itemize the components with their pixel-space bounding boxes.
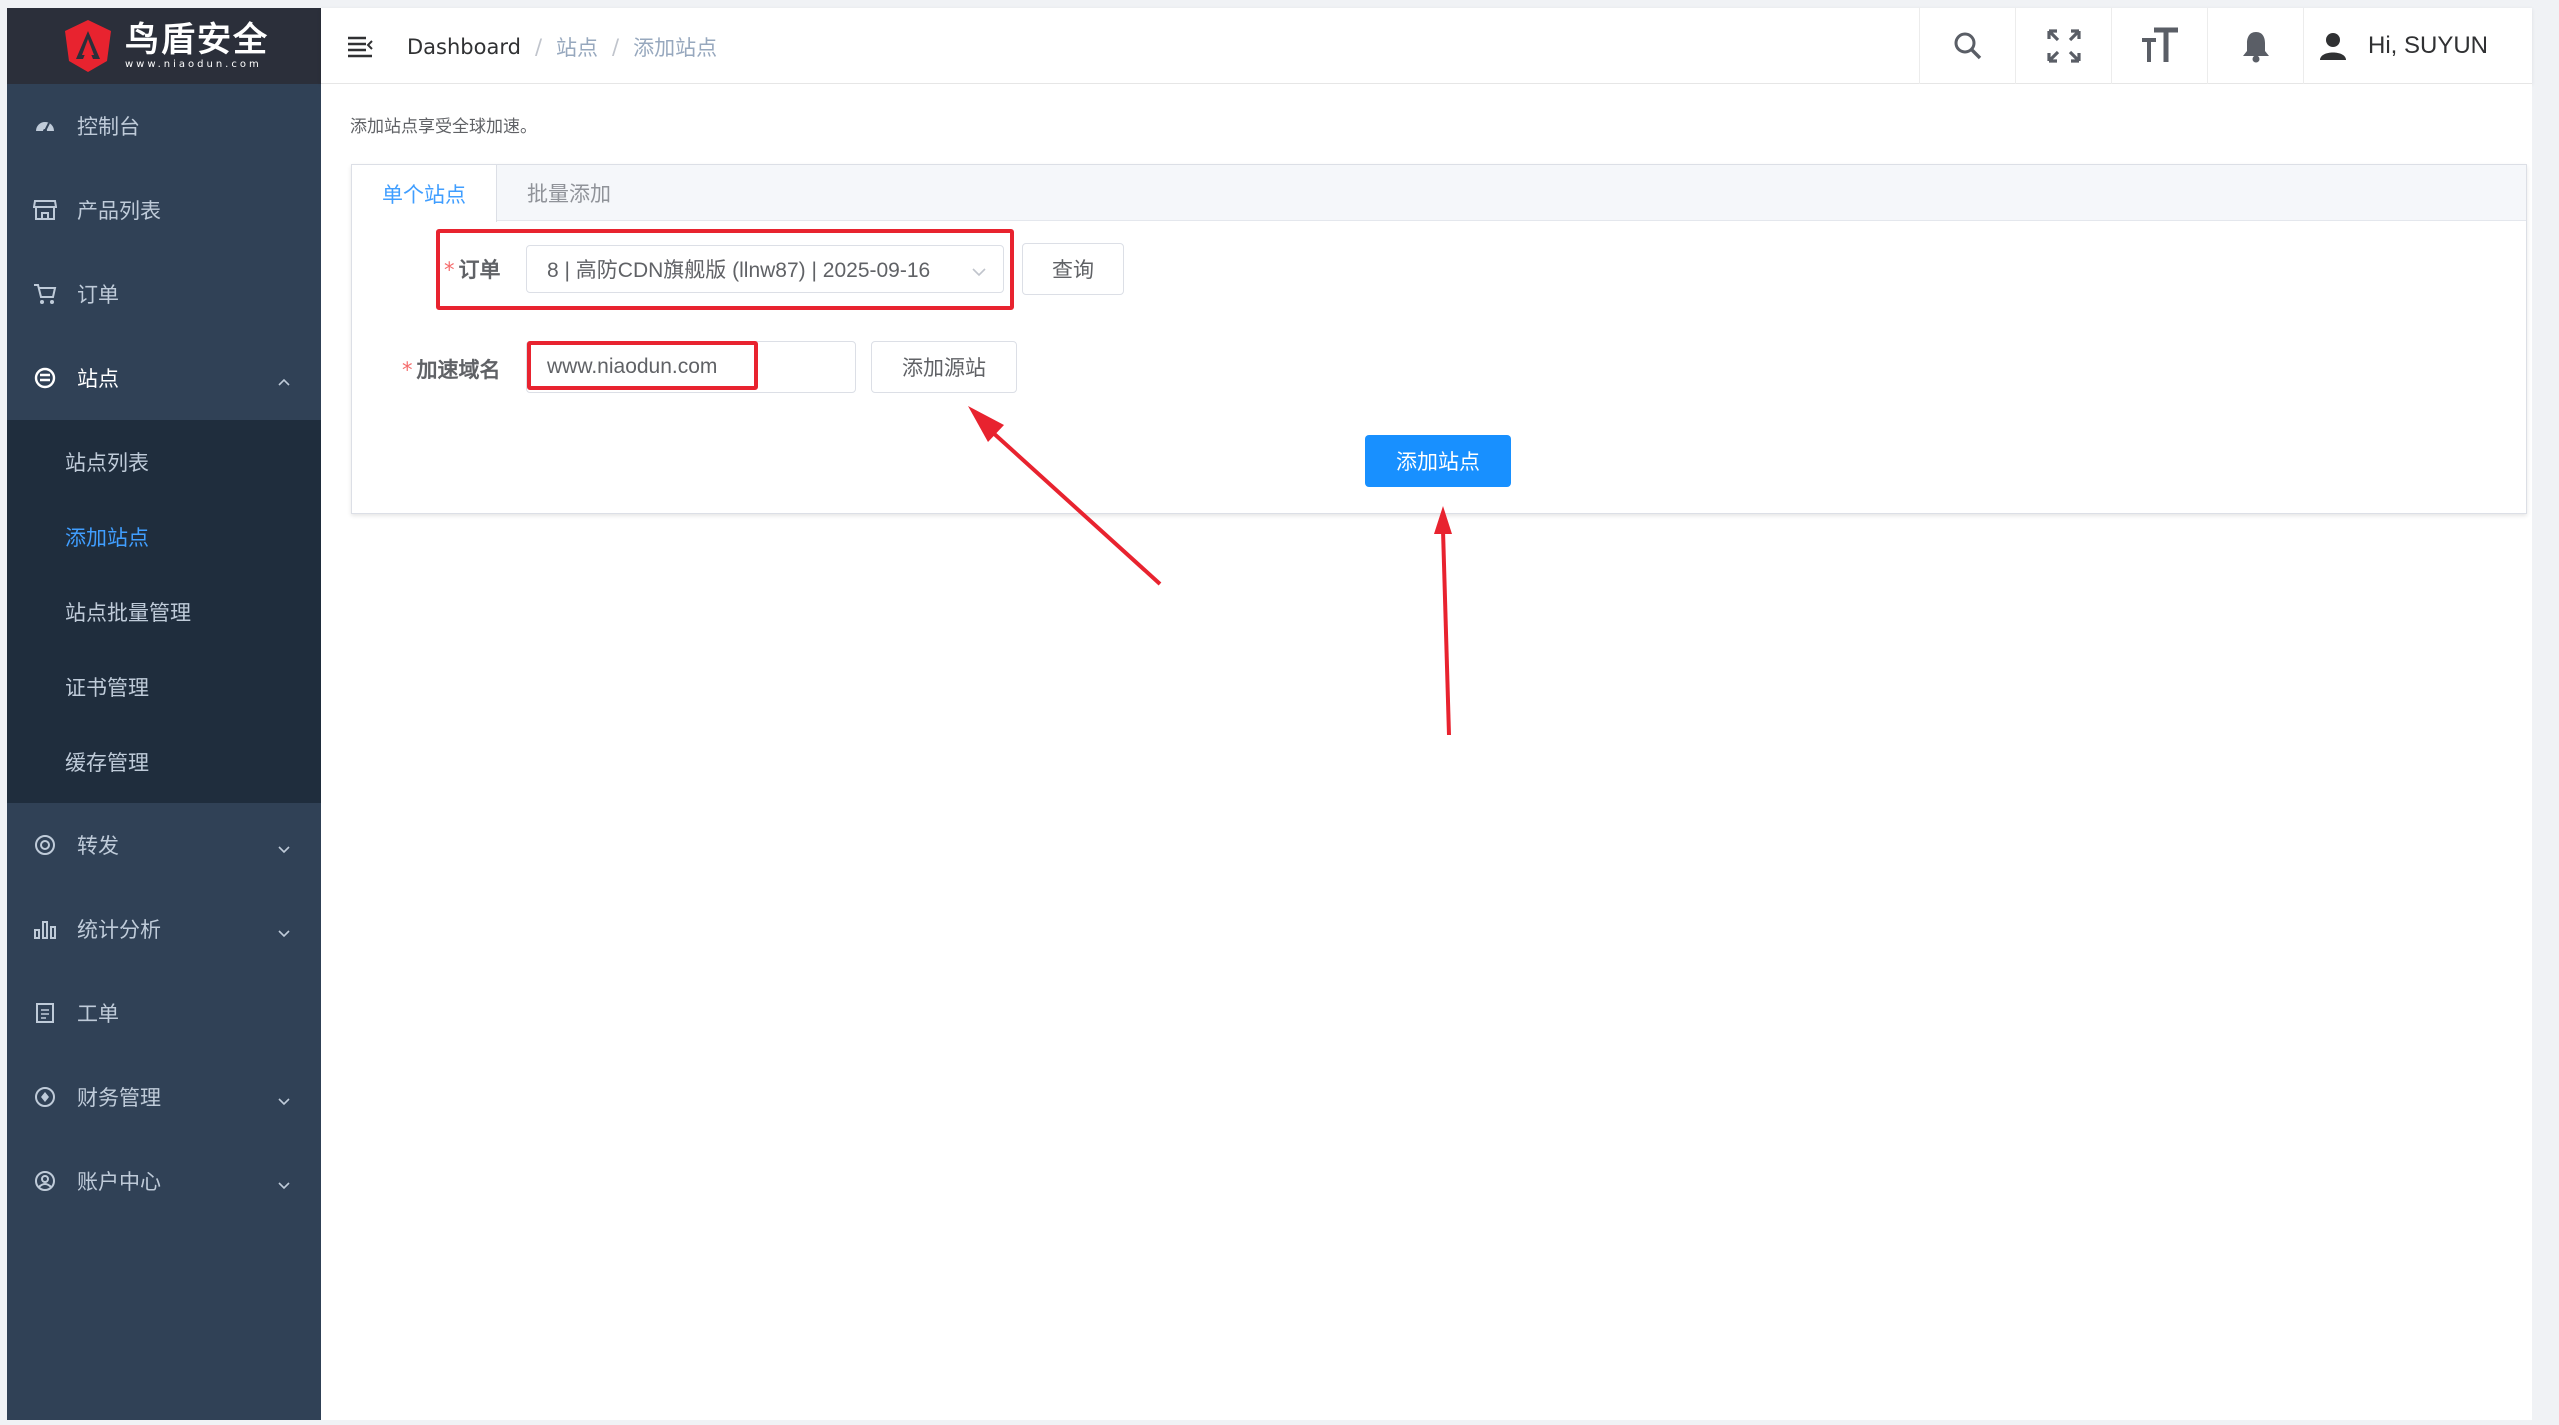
sidebar-item-forward[interactable]: 转发 <box>7 803 321 887</box>
sidebar-item-label: 财务管理 <box>77 1086 161 1110</box>
shield-logo-icon <box>59 17 117 75</box>
sidebar-item-label: 账户中心 <box>77 1170 161 1194</box>
sidebar-item-label: 站点 <box>77 367 119 391</box>
sidebar-item-sites[interactable]: 站点 <box>7 336 321 420</box>
required-asterisk: * <box>444 258 455 282</box>
breadcrumb-dashboard[interactable]: Dashboard <box>407 35 521 59</box>
sidebar-subitem-add-site[interactable]: 添加站点 <box>7 499 321 574</box>
order-select[interactable]: 8 | 高防CDN旗舰版 (llnw87) | 2025-09-16 <box>526 245 1004 293</box>
fullscreen-icon <box>2046 29 2081 63</box>
chevron-down-icon <box>277 921 291 938</box>
chevron-up-icon <box>277 370 291 386</box>
hamburger-menu-icon[interactable] <box>346 35 374 59</box>
tab-single-site[interactable]: 单个站点 <box>352 165 497 222</box>
breadcrumb-separator: / <box>534 35 543 59</box>
chevron-down-icon <box>277 1173 291 1190</box>
search-button[interactable] <box>1919 8 2015 84</box>
sidebar-item-label: 转发 <box>77 834 119 858</box>
domain-input-value: www.niaodun.com <box>547 355 718 378</box>
main-content: 添加站点享受全球加速。 单个站点 批量添加 * 订单 8 | 高防CDN旗舰版 (… <box>321 84 2532 1420</box>
sidebar-subitem-batch-manage[interactable]: 站点批量管理 <box>7 574 321 649</box>
breadcrumb-add-site: 添加站点 <box>633 36 718 60</box>
breadcrumb-sites: 站点 <box>556 36 599 60</box>
sidebar-item-label: 产品列表 <box>77 199 161 223</box>
sidebar-subitem-cache[interactable]: 缓存管理 <box>7 724 321 799</box>
breadcrumb-separator: / <box>612 35 620 59</box>
sidebar-item-orders[interactable]: 订单 <box>7 252 321 336</box>
user-greeting: Hi, SUYUN <box>2368 32 2489 59</box>
order-label-text: 订单 <box>458 258 501 282</box>
logo[interactable]: 鸟盾安全 www.niaodun.com <box>7 8 321 84</box>
add-site-submit-button[interactable]: 添加站点 <box>1365 435 1511 487</box>
sites-submenu: 站点列表 添加站点 站点批量管理 证书管理 缓存管理 <box>7 420 321 803</box>
sidebar-item-label: 工单 <box>77 1002 119 1026</box>
page-intro-text: 添加站点享受全球加速。 <box>350 117 537 137</box>
forward-icon <box>33 833 57 857</box>
domain-input[interactable]: www.niaodun.com <box>526 341 856 393</box>
top-navbar: Dashboard / 站点 / 添加站点 Hi, SUYUN <box>321 8 2532 84</box>
account-icon <box>33 1169 57 1193</box>
chevron-down-icon <box>971 262 987 278</box>
dashboard-icon <box>33 114 57 138</box>
add-site-card: 单个站点 批量添加 * 订单 8 | 高防CDN旗舰版 (llnw87) | 20… <box>351 164 2527 514</box>
sidebar-subitem-site-list[interactable]: 站点列表 <box>7 424 321 499</box>
app-root: 鸟盾安全 www.niaodun.com 控制台 产品列表 订单 站点 站点列表… <box>0 0 2559 1425</box>
font-size-button[interactable] <box>2111 8 2207 84</box>
order-field-label: * 订单 <box>444 254 501 284</box>
sidebar-item-label: 订单 <box>77 283 119 307</box>
add-origin-button[interactable]: 添加源站 <box>871 341 1017 393</box>
store-icon <box>33 198 57 222</box>
search-icon <box>1954 32 1981 60</box>
sidebar-item-dashboard[interactable]: 控制台 <box>7 84 321 168</box>
ticket-icon <box>33 1001 57 1025</box>
sidebar-item-finance[interactable]: 财务管理 <box>7 1055 321 1139</box>
domain-label-text: 加速域名 <box>416 358 501 382</box>
logo-title: 鸟盾安全 <box>125 20 269 60</box>
logo-subtitle: www.niaodun.com <box>125 59 262 70</box>
sidebar: 鸟盾安全 www.niaodun.com 控制台 产品列表 订单 站点 站点列表… <box>7 8 321 1420</box>
chevron-down-icon <box>277 837 291 854</box>
query-button[interactable]: 查询 <box>1022 243 1124 295</box>
cart-icon <box>33 282 57 306</box>
user-icon <box>2320 33 2346 60</box>
finance-icon <box>33 1085 57 1109</box>
fullscreen-button[interactable] <box>2015 8 2111 84</box>
domain-field-label: * 加速域名 <box>402 354 501 384</box>
bell-icon <box>2242 32 2269 63</box>
user-menu[interactable]: Hi, SUYUN <box>2303 8 2532 84</box>
breadcrumb: Dashboard / 站点 / 添加站点 <box>407 32 717 62</box>
sidebar-item-products[interactable]: 产品列表 <box>7 168 321 252</box>
notifications-button[interactable] <box>2207 8 2303 84</box>
chevron-down-icon <box>277 1089 291 1106</box>
sidebar-item-statistics[interactable]: 统计分析 <box>7 887 321 971</box>
site-icon <box>33 366 57 390</box>
tab-bar: 单个站点 批量添加 <box>352 165 2526 222</box>
sidebar-item-account[interactable]: 账户中心 <box>7 1139 321 1223</box>
chart-bar-icon <box>33 917 57 941</box>
sidebar-item-tickets[interactable]: 工单 <box>7 971 321 1055</box>
font-size-icon <box>2141 27 2178 62</box>
sidebar-item-label: 统计分析 <box>77 918 161 942</box>
sidebar-subitem-certificates[interactable]: 证书管理 <box>7 649 321 724</box>
tab-batch-add[interactable]: 批量添加 <box>497 165 641 221</box>
required-asterisk: * <box>402 358 413 382</box>
sidebar-item-label: 控制台 <box>77 115 140 139</box>
order-select-value: 8 | 高防CDN旗舰版 (llnw87) | 2025-09-16 <box>547 259 931 282</box>
